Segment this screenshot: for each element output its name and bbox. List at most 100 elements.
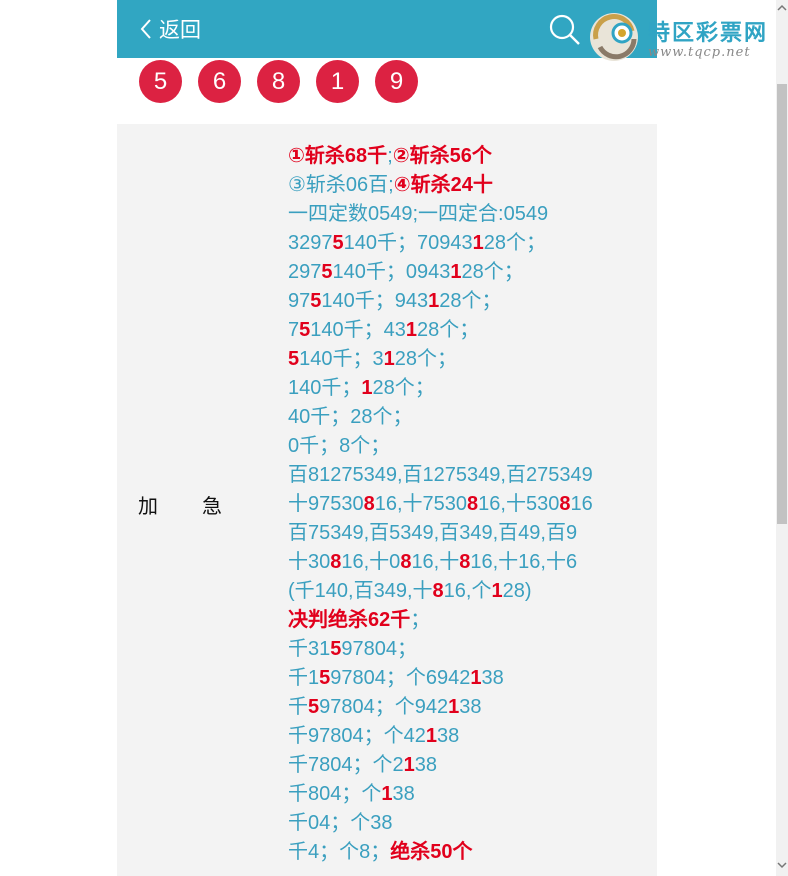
line-text: 140千；3 (299, 348, 384, 370)
line-text: 百81275349,百1275349,百275349 (288, 464, 593, 486)
site-logo[interactable]: 特区彩票网 www.tqcp.net (588, 9, 788, 69)
highlight-text: 5 (288, 348, 300, 370)
line-text: 28个； (439, 290, 502, 312)
line-text: 38 (414, 754, 437, 776)
line-text: (千140,百349,十 (288, 580, 433, 602)
highlight-text: 1 (450, 261, 462, 283)
highlight-text: 1 (425, 725, 437, 747)
highlight-text: 1 (361, 377, 373, 399)
prediction-line: 千04；个38 (288, 809, 648, 838)
highlight-text: 5 (319, 667, 331, 689)
prediction-line: 百75349,百5349,百349,百49,百9 (288, 519, 648, 548)
result-ball: 6 (198, 60, 241, 103)
line-text: 百75349,百5349,百349,百49,百9 (288, 522, 578, 544)
highlight-text: ②斩杀56个 (392, 145, 492, 167)
highlight-text: ①斩杀68千 (288, 145, 388, 167)
search-icon[interactable] (549, 14, 581, 46)
row-label-a: 加 (138, 494, 158, 518)
line-text: 千4；个8； (288, 841, 391, 863)
highlight-text: 绝杀50个 (390, 841, 473, 863)
prediction-line: 千97804；个42138 (288, 722, 648, 751)
prediction-line: 千4；个8；绝杀50个 (288, 838, 648, 867)
line-text: 千804；个 (288, 783, 382, 805)
line-text: 16,十530 (478, 493, 560, 515)
prediction-line: 百81275349,百1275349,百275349 (288, 461, 648, 490)
line-text: 140千；43 (310, 319, 406, 341)
line-text: 97804；个942 (319, 696, 449, 718)
logo-url: www.tqcp.net (648, 45, 751, 60)
prediction-line: 140千；128个； (288, 374, 648, 403)
prediction-line: ①斩杀68千;②斩杀56个 (288, 142, 648, 171)
highlight-text: 5 (310, 290, 322, 312)
prediction-line: 32975140千；70943128个； (288, 229, 648, 258)
vertical-scrollbar[interactable] (776, 0, 788, 876)
prediction-line: 决判绝杀62千； (288, 606, 648, 635)
highlight-text: 1 (428, 290, 440, 312)
line-text: 28个； (417, 319, 480, 341)
prediction-line: 75140千；43128个； (288, 316, 648, 345)
result-ball: 8 (257, 60, 300, 103)
prediction-line: 千597804；个942138 (288, 693, 648, 722)
line-text: 140千；70943 (343, 232, 473, 254)
line-text: 十97530 (288, 493, 364, 515)
result-ball: 1 (316, 60, 359, 103)
prediction-line: ③斩杀06百;④斩杀24十 (288, 171, 648, 200)
line-text: 千7804；个2 (288, 754, 404, 776)
prediction-line: 0千；8个； (288, 432, 648, 461)
highlight-text: 1 (448, 696, 460, 718)
highlight-text: 8 (400, 551, 412, 573)
line-text: ； (410, 609, 431, 631)
chevron-left-icon (140, 19, 151, 39)
row-label: 加急 (138, 490, 222, 519)
line-text: 28个； (394, 348, 457, 370)
line-text: ③斩杀06百; (288, 174, 394, 196)
highlight-text: 1 (383, 348, 395, 370)
prediction-line: (千140,百349,十816,个128) (288, 577, 648, 606)
scroll-up-icon[interactable] (777, 3, 787, 13)
highlight-text: 1 (403, 754, 415, 776)
highlight-text: 8 (363, 493, 375, 515)
highlight-text: ④斩杀24十 (393, 174, 493, 196)
line-text: 0千；8个； (288, 435, 391, 457)
highlight-text: 5 (321, 261, 333, 283)
highlight-text: 1 (381, 783, 393, 805)
prediction-line: 千804；个138 (288, 780, 648, 809)
line-text: 3297 (288, 232, 333, 254)
line-text: 千31 (288, 638, 331, 660)
highlight-text: 8 (432, 580, 444, 602)
line-text: 一四定数0549;一四定合:0549 (288, 203, 549, 225)
prediction-line: 40千；28个； (288, 403, 648, 432)
line-text: 97804； (341, 638, 417, 660)
line-text: 千97804；个42 (288, 725, 426, 747)
line-text: 38 (392, 783, 415, 805)
scrollbar-thumb[interactable] (777, 84, 787, 524)
prediction-line: 2975140千；0943128个； (288, 258, 648, 287)
prediction-line: 十97530816,十7530816,十530816 (288, 490, 648, 519)
back-button[interactable]: 返回 (139, 14, 201, 44)
highlight-text: 5 (308, 696, 320, 718)
prediction-line: 975140千；943128个； (288, 287, 648, 316)
line-text: 97 (288, 290, 311, 312)
line-text: 28) (502, 580, 532, 602)
prediction-row: 加急 ①斩杀68千;②斩杀56个 ③斩杀06百;④斩杀24十 一四定数0549;一四… (117, 124, 657, 876)
line-text: 140千； (288, 377, 362, 399)
prediction-line: 千7804；个2138 (288, 751, 648, 780)
highlight-text: 5 (330, 638, 342, 660)
line-text: 97804；个6942 (330, 667, 471, 689)
highlight-text: 1 (472, 232, 484, 254)
line-text: 140千；0943 (332, 261, 451, 283)
line-text: 7 (288, 319, 300, 341)
page-column: 返回 56819 加急 ①斩杀68千;②斩杀56个 ③斩杀06百;④斩杀24十 一四… (117, 0, 657, 876)
line-text: 38 (437, 725, 460, 747)
result-balls: 56819 (139, 60, 434, 103)
highlight-text: 5 (299, 319, 311, 341)
line-text: 千04；个38 (288, 812, 393, 834)
highlight-text: 决判绝杀62千 (288, 609, 411, 631)
logo-title: 特区彩票网 (648, 21, 769, 46)
scroll-down-icon[interactable] (777, 860, 787, 870)
line-text: 40千；28个； (288, 406, 413, 428)
top-bar: 返回 (117, 0, 657, 58)
line-text: 16 (570, 493, 593, 515)
line-text: 16,十7530 (374, 493, 468, 515)
line-text: 38 (459, 696, 482, 718)
